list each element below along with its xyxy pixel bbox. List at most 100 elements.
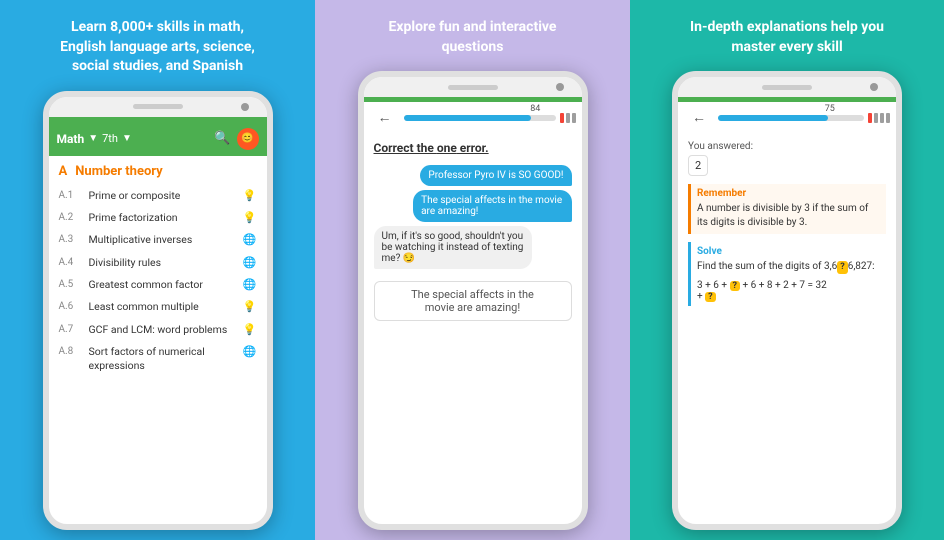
phone-1-speaker	[133, 104, 183, 109]
you-answered-label: You answered:	[688, 141, 886, 152]
question-mark-1: ?	[837, 261, 847, 274]
progress-bar-3: 75	[718, 115, 864, 121]
phone-3-speaker	[762, 85, 812, 90]
item-icon-bulb: 💡	[243, 211, 257, 225]
item-text: Divisibility rules	[89, 256, 237, 270]
phone-2-content: Correct the one error. Professor Pyro IV…	[364, 133, 582, 524]
section-title: Number theory	[75, 164, 163, 179]
item-icon-bulb: 💡	[243, 300, 257, 314]
solve-text-before: Find the sum of the digits of 3,6	[697, 261, 837, 272]
item-icon-bulb: 💡	[243, 189, 257, 203]
item-code: A.4	[59, 256, 85, 269]
toolbar-right: 🔍 😊	[214, 128, 258, 150]
prompt-before: Correct the	[374, 141, 437, 155]
toolbar-grade[interactable]: 7th	[102, 132, 118, 145]
chat-right-2: The special affects in the movie are ama…	[374, 190, 572, 226]
eq-text: 3 + 6 +	[697, 280, 730, 291]
list-item[interactable]: A.3 Multiplicative inverses 🌐	[59, 229, 257, 251]
back-button-3[interactable]: ←	[684, 105, 714, 130]
list-item[interactable]: A.6 Least common multiple 💡	[59, 296, 257, 318]
item-text: Least common multiple	[89, 300, 237, 314]
marker-gray	[572, 113, 576, 123]
progress-fill-3	[718, 115, 828, 121]
toolbar-subject[interactable]: Math	[57, 132, 85, 146]
phone-3-top-bar	[678, 77, 896, 97]
equation: 3 + 6 + ? + 6 + 8 + 2 + 7 = 32	[697, 280, 880, 291]
phone-3-content: You answered: 2 Remember A number is div…	[678, 133, 896, 524]
item-text: Greatest common factor	[89, 278, 237, 292]
panel-1-header: Learn 8,000+ skills in math, English lan…	[48, 18, 268, 77]
phone-2: ← 84 Correct the one error. Professor Py…	[358, 71, 588, 530]
item-text: Prime or composite	[89, 189, 237, 203]
phone-1: Math ▼ 7th ▼ 🔍 😊 A Number theory A.1 Pri…	[43, 91, 273, 530]
remember-text: A number is divisible by 3 if the sum of…	[697, 202, 880, 230]
phone-1-toolbar: Math ▼ 7th ▼ 🔍 😊	[49, 122, 267, 156]
phone-2-camera	[556, 83, 564, 91]
marker-gray-3a	[874, 113, 878, 123]
item-code: A.7	[59, 323, 85, 336]
progress-markers	[560, 113, 576, 123]
search-icon[interactable]: 🔍	[214, 131, 230, 146]
item-icon-globe: 🌐	[243, 278, 257, 292]
list-item[interactable]: A.8 Sort factors of numerical expression…	[59, 341, 257, 376]
equation-line2: + ?	[697, 291, 880, 302]
item-icon-globe: 🌐	[243, 345, 257, 359]
phone-3: ← 75 You answered: 2 Remember A number i…	[672, 71, 902, 530]
progress-row: ← 84	[364, 102, 582, 133]
item-text: Sort factors of numerical expressions	[89, 345, 237, 372]
question-prompt: Correct the one error.	[374, 141, 572, 155]
list-item[interactable]: A.5 Greatest common factor 🌐	[59, 274, 257, 296]
solve-box: Solve Find the sum of the digits of 3,6?…	[688, 242, 886, 306]
avatar[interactable]: 😊	[237, 128, 259, 150]
grade-dropdown-icon[interactable]: ▼	[122, 133, 132, 144]
list-item[interactable]: A.4 Divisibility rules 🌐	[59, 252, 257, 274]
eq-rest: + 6 + 8 + 2 + 7 = 32	[740, 280, 827, 291]
item-text: Multiplicative inverses	[89, 233, 237, 247]
progress-fill	[404, 115, 532, 121]
chat-bubble: The special affects in the movie are ama…	[413, 190, 571, 222]
user-response-text: The special affects in themovie are amaz…	[411, 288, 534, 314]
item-text: Prime factorization	[89, 211, 237, 225]
marker-red-3	[868, 113, 872, 123]
marker-gray	[566, 113, 570, 123]
item-icon-bulb: 💡	[243, 323, 257, 337]
list-item[interactable]: A.1 Prime or composite 💡	[59, 185, 257, 207]
phone-1-content: A Number theory A.1 Prime or composite 💡…	[49, 156, 267, 524]
progress-number-3: 75	[825, 104, 835, 114]
item-icon-globe: 🌐	[243, 233, 257, 247]
panel-2: Explore fun and interactive questions ← …	[315, 0, 630, 540]
back-button[interactable]: ←	[370, 105, 400, 130]
prompt-emphasis: one	[437, 141, 457, 155]
remember-title: Remember	[697, 188, 880, 199]
list-item[interactable]: A.7 GCF and LCM: word problems 💡	[59, 319, 257, 341]
answer-box: 2	[688, 155, 708, 176]
progress-row-3: ← 75	[678, 102, 896, 133]
solve-title: Solve	[697, 246, 880, 257]
marker-red	[560, 113, 564, 123]
eq-line2: +	[697, 291, 705, 302]
list-item[interactable]: A.2 Prime factorization 💡	[59, 207, 257, 229]
phone-2-speaker	[448, 85, 498, 90]
marker-gray-3b	[880, 113, 884, 123]
solve-text: Find the sum of the digits of 3,6?6,827:	[697, 260, 880, 274]
chat-right-1: Professor Pyro IV is SO GOOD!	[374, 165, 572, 190]
item-text: GCF and LCM: word problems	[89, 323, 237, 337]
item-code: A.2	[59, 211, 85, 224]
item-code: A.3	[59, 233, 85, 246]
item-code: A.6	[59, 300, 85, 313]
eq-qmark: ?	[730, 281, 740, 291]
panel-1: Learn 8,000+ skills in math, English lan…	[0, 0, 315, 540]
chat-bubble: Um, if it's so good, shouldn't you be wa…	[374, 226, 532, 269]
user-response[interactable]: The special affects in themovie are amaz…	[374, 281, 572, 321]
toolbar-left: Math ▼ 7th ▼	[57, 132, 132, 146]
prompt-after: error.	[457, 141, 489, 155]
subject-dropdown-icon[interactable]: ▼	[88, 133, 98, 144]
item-icon-globe: 🌐	[243, 256, 257, 270]
panel-2-header: Explore fun and interactive questions	[363, 18, 583, 57]
item-code: A.1	[59, 189, 85, 202]
phone-2-top-bar	[364, 77, 582, 97]
chat-bubble: Professor Pyro IV is SO GOOD!	[420, 165, 571, 186]
eq-qmark2: ?	[705, 292, 715, 302]
item-code: A.5	[59, 278, 85, 291]
remember-box: Remember A number is divisible by 3 if t…	[688, 184, 886, 234]
